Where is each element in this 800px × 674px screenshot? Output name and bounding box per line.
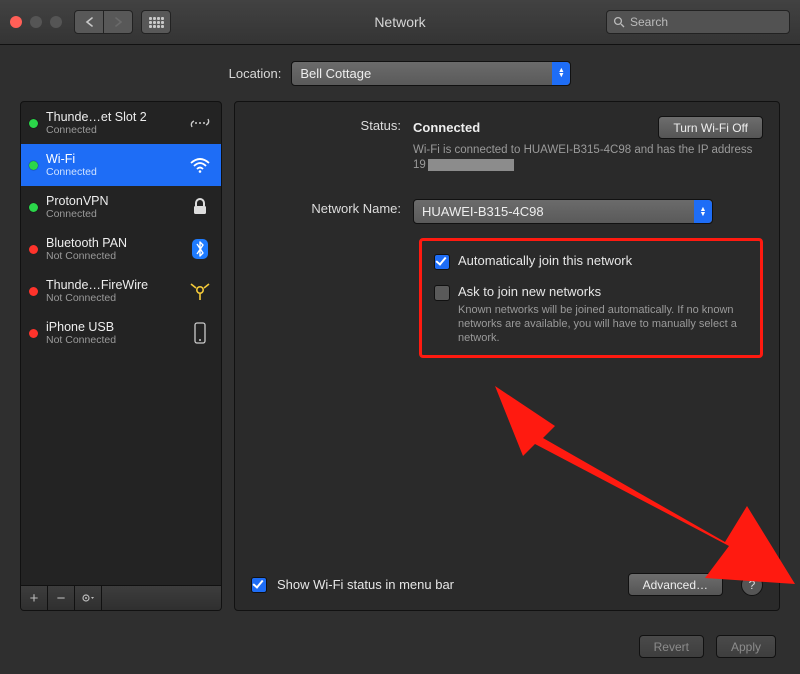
network-name-value: HUAWEI-B315-4C98 [422, 204, 544, 219]
sidebar-item-protonvpn[interactable]: ProtonVPN Connected [21, 186, 221, 228]
show-wifi-status-label: Show Wi-Fi status in menu bar [277, 577, 454, 592]
add-interface-button[interactable]: + [21, 586, 48, 610]
sidebar-item-iphoneusb[interactable]: iPhone USB Not Connected [21, 312, 221, 354]
sidebar-item-label: Thunde…et Slot 2 [46, 110, 179, 124]
window-traffic-lights [10, 16, 62, 28]
search-placeholder: Search [630, 15, 668, 29]
auto-join-checkbox[interactable] [434, 254, 450, 270]
search-icon [613, 16, 625, 28]
interface-list: Thunde…et Slot 2 Connected Wi-Fi Connect… [21, 102, 221, 585]
sidebar-item-status: Not Connected [46, 334, 179, 346]
location-label: Location: [229, 66, 282, 81]
sidebar-item-label: Wi-Fi [46, 152, 179, 166]
nav-forward-button[interactable] [104, 10, 133, 34]
window-minimize-button[interactable] [30, 16, 42, 28]
chevron-updown-icon: ▲▼ [694, 200, 712, 223]
nav-back-button[interactable] [74, 10, 104, 34]
ip-redacted [428, 159, 514, 171]
sidebar-item-status: Connected [46, 166, 179, 178]
sidebar-footer: + − [21, 585, 221, 610]
apply-button[interactable]: Apply [716, 635, 776, 658]
status-label: Status: [251, 116, 413, 173]
interface-actions-menu[interactable] [75, 586, 102, 610]
status-dot-icon [29, 119, 38, 128]
bluetooth-icon [187, 237, 213, 261]
gear-icon [81, 592, 95, 604]
sidebar-item-label: iPhone USB [46, 320, 179, 334]
annotation-highlight-box: Automatically join this network Ask to j… [419, 238, 763, 358]
sidebar-item-label: Thunde…FireWire [46, 278, 179, 292]
sidebar-item-label: ProtonVPN [46, 194, 179, 208]
sidebar-item-status: Connected [46, 124, 179, 136]
thunderbolt-bridge-icon [187, 111, 213, 135]
location-value: Bell Cottage [300, 66, 371, 81]
sidebar-item-label: Bluetooth PAN [46, 236, 179, 250]
network-name-label: Network Name: [251, 199, 413, 358]
window-close-button[interactable] [10, 16, 22, 28]
sidebar-item-status: Not Connected [46, 292, 179, 304]
status-dot-icon [29, 245, 38, 254]
help-button[interactable]: ? [741, 574, 763, 596]
sidebar-item-bluetooth[interactable]: Bluetooth PAN Not Connected [21, 228, 221, 270]
lock-icon [187, 195, 213, 219]
turn-wifi-off-button[interactable]: Turn Wi-Fi Off [658, 116, 763, 139]
auto-join-label: Automatically join this network [458, 253, 632, 268]
status-dot-icon [29, 203, 38, 212]
status-dot-icon [29, 161, 38, 170]
sidebar-item-status: Connected [46, 208, 179, 220]
status-dot-icon [29, 329, 38, 338]
titlebar: Network Search [0, 0, 800, 45]
window-zoom-button[interactable] [50, 16, 62, 28]
details-panel: Status: Connected Turn Wi-Fi Off Wi-Fi i… [234, 101, 780, 611]
annotation-arrow [495, 386, 795, 586]
firewire-icon [187, 279, 213, 303]
ask-to-join-checkbox[interactable] [434, 285, 450, 301]
iphone-icon [187, 321, 213, 345]
sidebar-item-status: Not Connected [46, 250, 179, 262]
remove-interface-button[interactable]: − [48, 586, 75, 610]
advanced-button[interactable]: Advanced… [628, 573, 723, 596]
location-row: Location: Bell Cottage ▲▼ [0, 45, 800, 101]
ask-to-join-label: Ask to join new networks [458, 284, 748, 299]
location-select[interactable]: Bell Cottage ▲▼ [291, 61, 571, 86]
status-description: Wi-Fi is connected to HUAWEI-B315-4C98 a… [413, 143, 763, 173]
interface-sidebar: Thunde…et Slot 2 Connected Wi-Fi Connect… [20, 101, 222, 611]
chevron-updown-icon: ▲▼ [552, 62, 570, 85]
ask-to-join-description: Known networks will be joined automatica… [458, 303, 748, 345]
show-wifi-status-checkbox[interactable] [251, 577, 267, 593]
status-value: Connected [413, 120, 480, 135]
footer-buttons: Revert Apply [639, 635, 776, 658]
search-field[interactable]: Search [606, 10, 790, 34]
sidebar-item-thunderbolt[interactable]: Thunde…et Slot 2 Connected [21, 102, 221, 144]
show-all-button[interactable] [141, 10, 171, 34]
status-dot-icon [29, 287, 38, 296]
revert-button[interactable]: Revert [639, 635, 704, 658]
wifi-icon [187, 153, 213, 177]
sidebar-item-wifi[interactable]: Wi-Fi Connected [21, 144, 221, 186]
sidebar-item-firewire[interactable]: Thunde…FireWire Not Connected [21, 270, 221, 312]
network-name-select[interactable]: HUAWEI-B315-4C98 ▲▼ [413, 199, 713, 224]
